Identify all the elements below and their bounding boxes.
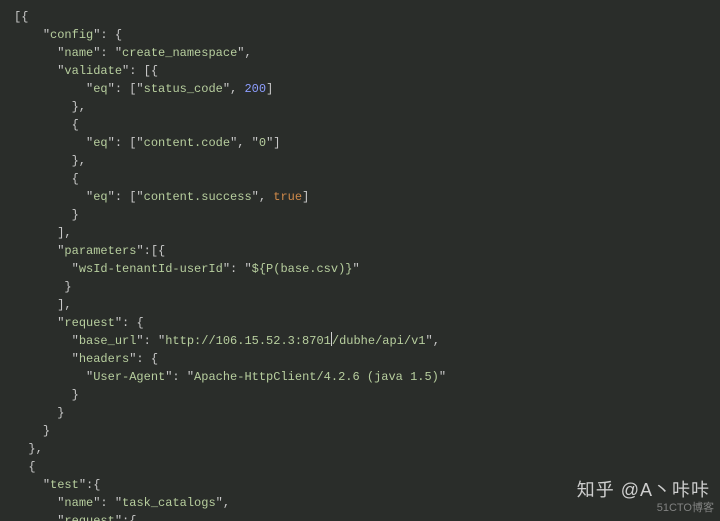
key-headers: headers [79,352,129,366]
key-name: name [64,46,93,60]
val-base-url-b: /dubhe/api/v1 [332,334,426,348]
key-ua: User-Agent [93,370,165,384]
key-test: test [50,478,79,492]
param-v: ${P(base.csv)} [252,262,353,276]
val-name: create_namespace [122,46,237,60]
eq1b: 200 [244,82,266,96]
eq3a: content.success [144,190,252,204]
val-base-url-a: http://106.15.52.3:8701 [165,334,331,348]
eq1a: status_code [144,82,223,96]
key-trequest: request [64,514,114,521]
key-base-url: base_url [79,334,137,348]
param-k: wsId-tenantId-userId [79,262,223,276]
key-eq1: eq [93,82,107,96]
key-config: config [50,28,93,42]
key-eq3: eq [93,190,107,204]
val-tname: task_catalogs [122,496,216,510]
val-ua: Apache-HttpClient/4.2.6 (java 1.5) [194,370,439,384]
key-parameters: parameters [64,244,136,258]
eq2b: 0 [259,136,266,150]
key-eq2: eq [93,136,107,150]
key-tname: name [64,496,93,510]
eq2a: content.code [144,136,230,150]
key-validate: validate [64,64,122,78]
key-request: request [64,316,114,330]
code-editor[interactable]: [{ "config": { "name": "create_namespace… [14,8,720,521]
eq3b: true [273,190,302,204]
